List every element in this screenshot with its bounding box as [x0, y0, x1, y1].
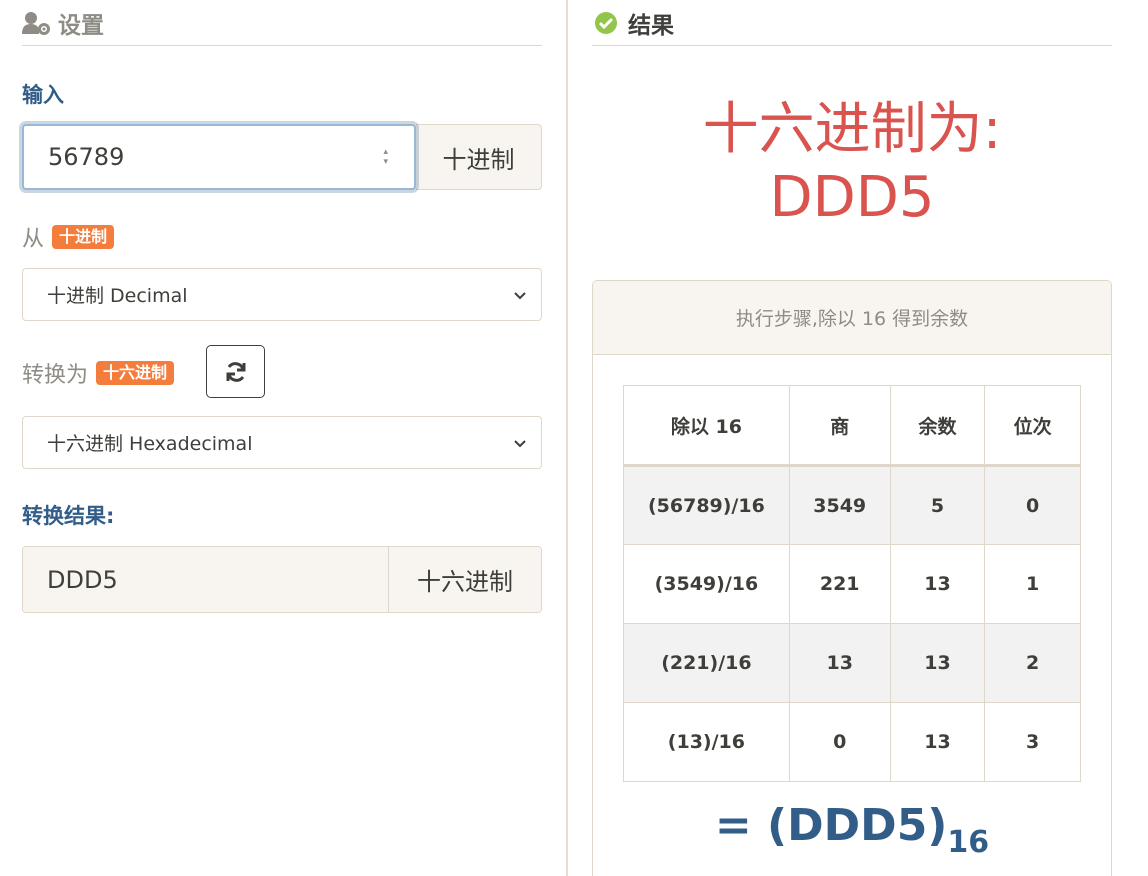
col-quotient: 商 — [788, 385, 891, 467]
cell-quotient: 13 — [788, 623, 891, 703]
chevron-down-icon — [514, 291, 526, 299]
input-unit-addon: 十进制 — [416, 124, 542, 190]
cell-remainder: 13 — [889, 623, 986, 703]
result-heading-line2: DDD5 — [769, 165, 935, 230]
table-row: (3549)/16 221 13 1 — [623, 544, 1081, 624]
cell-remainder: 13 — [889, 702, 986, 782]
cell-divide: (56789)/16 — [623, 465, 790, 545]
table-row: (13)/16 0 13 3 — [623, 702, 1081, 782]
cell-quotient: 221 — [788, 544, 891, 624]
cell-divide: (221)/16 — [623, 623, 790, 703]
settings-header: 设置 — [22, 0, 542, 46]
col-position: 位次 — [984, 385, 1081, 467]
user-gear-icon — [22, 9, 50, 37]
number-input[interactable]: 56789 ▴ ▾ — [22, 124, 416, 190]
col-remainder: 余数 — [889, 385, 986, 467]
from-select-value: 十进制 Decimal — [47, 285, 188, 307]
to-label: 转换为 — [22, 363, 89, 388]
cell-remainder: 13 — [889, 544, 986, 624]
number-input-value: 56789 — [48, 143, 125, 171]
final-value: = (DDD5) — [714, 800, 948, 851]
result-header: 结果 — [592, 0, 1112, 46]
table-row: (221)/16 13 13 2 — [623, 623, 1081, 703]
table-row: (56789)/16 3549 5 0 — [623, 465, 1081, 545]
cell-position: 0 — [984, 465, 1081, 545]
cell-quotient: 0 — [788, 702, 891, 782]
from-badge: 十进制 — [52, 225, 115, 249]
cell-quotient: 3549 — [788, 465, 891, 545]
input-group: 56789 ▴ ▾ 十进制 — [22, 124, 542, 190]
result-heading-line1: 十六进制为: — [702, 97, 1002, 162]
final-base: 16 — [947, 825, 990, 860]
swap-button[interactable] — [206, 345, 265, 398]
result-title: 结果 — [628, 12, 674, 39]
cell-position: 2 — [984, 623, 1081, 703]
result-output[interactable]: DDD5 — [23, 547, 389, 612]
cell-divide: (13)/16 — [623, 702, 790, 782]
steps-table: 除以 16 商 余数 位次 (56789)/16 3549 5 0 (3549)… — [623, 385, 1081, 782]
sync-icon — [226, 361, 245, 382]
from-row: 从 十进制 — [22, 222, 115, 252]
input-label: 输入 — [22, 83, 64, 107]
check-circle-icon — [592, 9, 620, 37]
steps-header: 执行步骤,除以 16 得到余数 — [593, 281, 1111, 355]
from-label: 从 — [22, 227, 45, 252]
from-select[interactable]: 十进制 Decimal — [22, 268, 542, 321]
settings-panel: 设置 输入 56789 ▴ ▾ 十进制 从 十进制 十进制 Decimal 转换为… — [0, 0, 566, 876]
chevron-down-icon — [514, 439, 526, 447]
to-select[interactable]: 十六进制 Hexadecimal — [22, 416, 542, 469]
spinner-arrows-icon[interactable]: ▴ ▾ — [383, 147, 388, 167]
table-header-row: 除以 16 商 余数 位次 — [623, 385, 1081, 467]
result-output-group: DDD5 十六进制 — [22, 546, 542, 613]
to-row: 转换为 十六进制 — [22, 358, 175, 388]
result-unit-addon: 十六进制 — [389, 547, 541, 612]
cell-remainder: 5 — [889, 465, 986, 545]
result-panel: 结果 十六进制为: DDD5 执行步骤,除以 16 得到余数 除以 16 商 余… — [568, 0, 1148, 876]
cell-position: 1 — [984, 544, 1081, 624]
to-badge: 十六进制 — [96, 361, 175, 385]
final-result: = (DDD5)16 — [592, 800, 1112, 860]
cell-divide: (3549)/16 — [623, 544, 790, 624]
result-label: 转换结果: — [22, 504, 115, 528]
steps-card: 执行步骤,除以 16 得到余数 除以 16 商 余数 位次 (56789)/16… — [592, 280, 1112, 876]
cell-position: 3 — [984, 702, 1081, 782]
col-divide: 除以 16 — [623, 385, 790, 467]
settings-title: 设置 — [58, 12, 104, 39]
to-select-value: 十六进制 Hexadecimal — [47, 433, 253, 455]
